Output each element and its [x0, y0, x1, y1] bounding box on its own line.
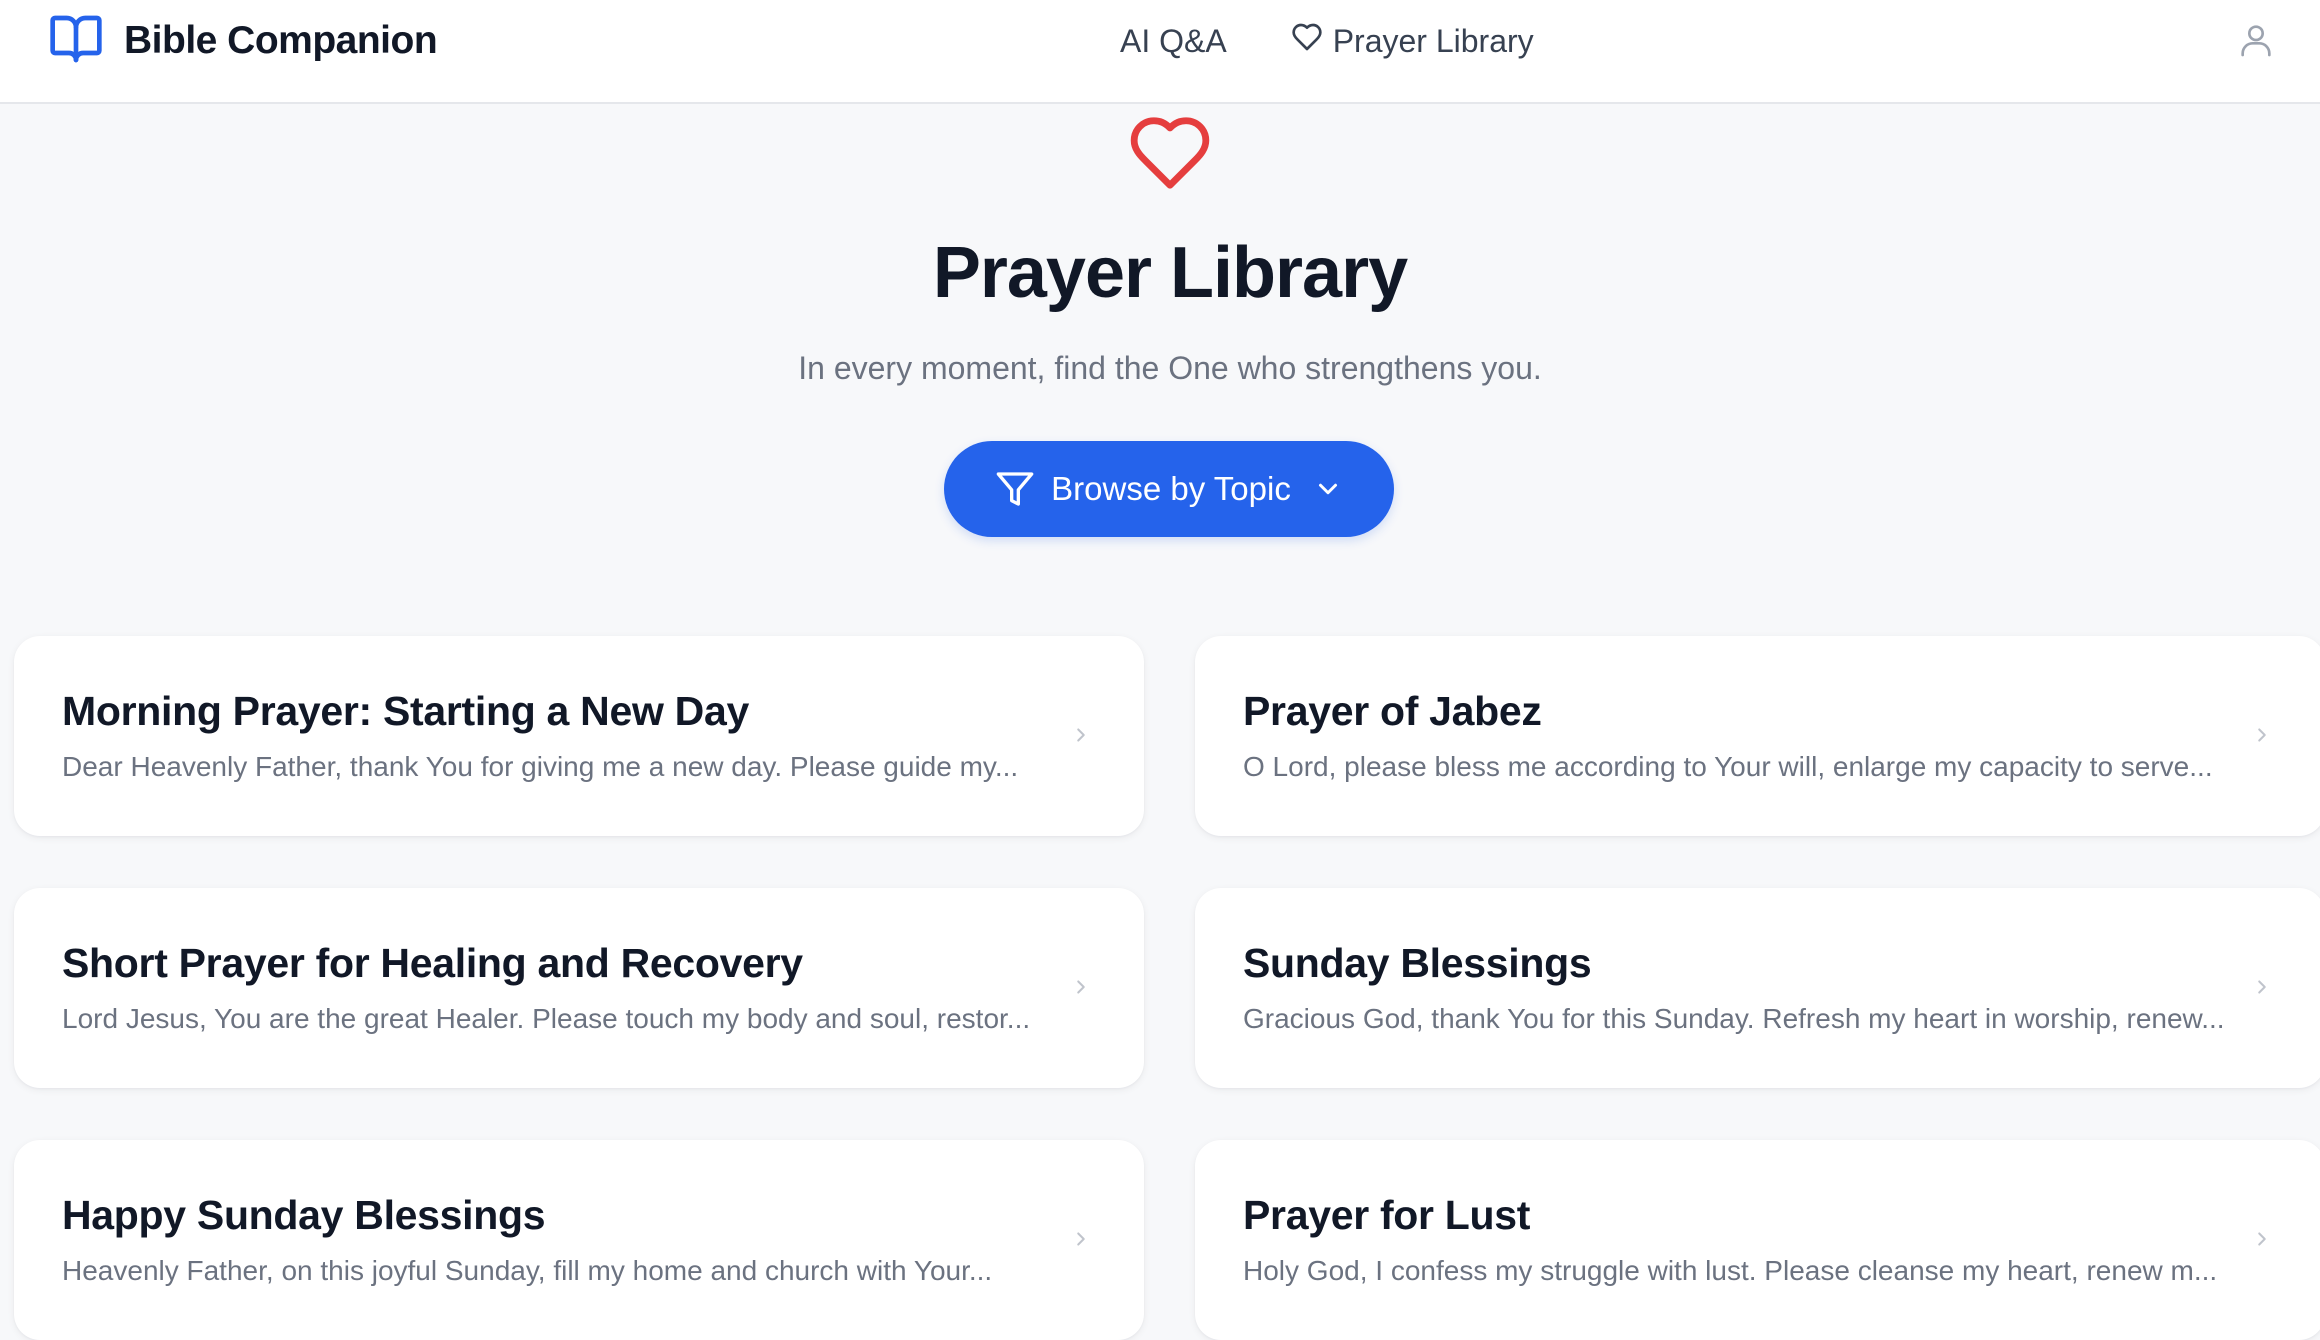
- prayer-card[interactable]: Prayer for Lust Holy God, I confess my s…: [1195, 1140, 2320, 1340]
- user-icon[interactable]: [2236, 20, 2276, 60]
- heart-icon: [1124, 110, 1216, 196]
- browse-by-topic-button[interactable]: Browse by Topic: [944, 441, 1394, 537]
- prayer-excerpt: O Lord, please bless me according to You…: [1243, 751, 2213, 782]
- prayer-excerpt: Holy God, I confess my struggle with lus…: [1243, 1255, 2218, 1286]
- page-subtitle: In every moment, find the One who streng…: [798, 350, 1542, 386]
- prayer-excerpt: Lord Jesus, You are the great Healer. Pl…: [62, 1003, 1031, 1034]
- open-book-icon: [46, 11, 106, 72]
- prayer-title: Short Prayer for Healing and Recovery: [62, 940, 803, 986]
- chevron-right-icon: [1070, 724, 1092, 746]
- brand-name: Bible Companion: [124, 19, 438, 62]
- chevron-right-icon: [2251, 1228, 2273, 1250]
- prayer-card[interactable]: Happy Sunday Blessings Heavenly Father, …: [14, 1140, 1144, 1340]
- top-navigation-bar: Bible Companion AI Q&A Prayer Library: [0, 0, 2320, 104]
- page-title: Prayer Library: [932, 233, 1408, 313]
- prayer-card[interactable]: Sunday Blessings Gracious God, thank You…: [1195, 888, 2320, 1088]
- chevron-right-icon: [1070, 1228, 1092, 1250]
- chevron-right-icon: [2251, 724, 2273, 746]
- nav-prayer-library[interactable]: Prayer Library: [1291, 21, 1534, 61]
- prayer-title: Prayer of Jabez: [1243, 688, 1542, 734]
- chevron-right-icon: [1070, 976, 1092, 998]
- prayer-card[interactable]: Morning Prayer: Starting a New Day Dear …: [14, 636, 1144, 836]
- prayer-excerpt: Dear Heavenly Father, thank You for givi…: [62, 751, 1019, 782]
- prayer-card[interactable]: Short Prayer for Healing and Recovery Lo…: [14, 888, 1144, 1088]
- filter-icon: [995, 469, 1035, 509]
- browse-by-topic-label: Browse by Topic: [1051, 470, 1291, 507]
- prayer-excerpt: Heavenly Father, on this joyful Sunday, …: [62, 1255, 993, 1286]
- main-nav: AI Q&A Prayer Library: [1120, 12, 1534, 70]
- prayer-title: Happy Sunday Blessings: [62, 1192, 546, 1238]
- prayer-title: Sunday Blessings: [1243, 940, 1592, 986]
- brand-link[interactable]: Bible Companion: [46, 11, 438, 72]
- prayer-title: Morning Prayer: Starting a New Day: [62, 688, 749, 734]
- prayer-card[interactable]: Prayer of Jabez O Lord, please bless me …: [1195, 636, 2320, 836]
- heart-outline-icon: [1291, 21, 1333, 61]
- chevron-right-icon: [2251, 976, 2273, 998]
- chevron-down-icon: [1313, 474, 1343, 504]
- prayer-title: Prayer for Lust: [1243, 1192, 1531, 1238]
- prayer-excerpt: Gracious God, thank You for this Sunday.…: [1243, 1003, 2225, 1034]
- nav-prayer-library-label: Prayer Library: [1332, 22, 1534, 59]
- nav-ai-qa-label: AI Q&A: [1120, 22, 1227, 59]
- nav-ai-qa[interactable]: AI Q&A: [1120, 23, 1227, 60]
